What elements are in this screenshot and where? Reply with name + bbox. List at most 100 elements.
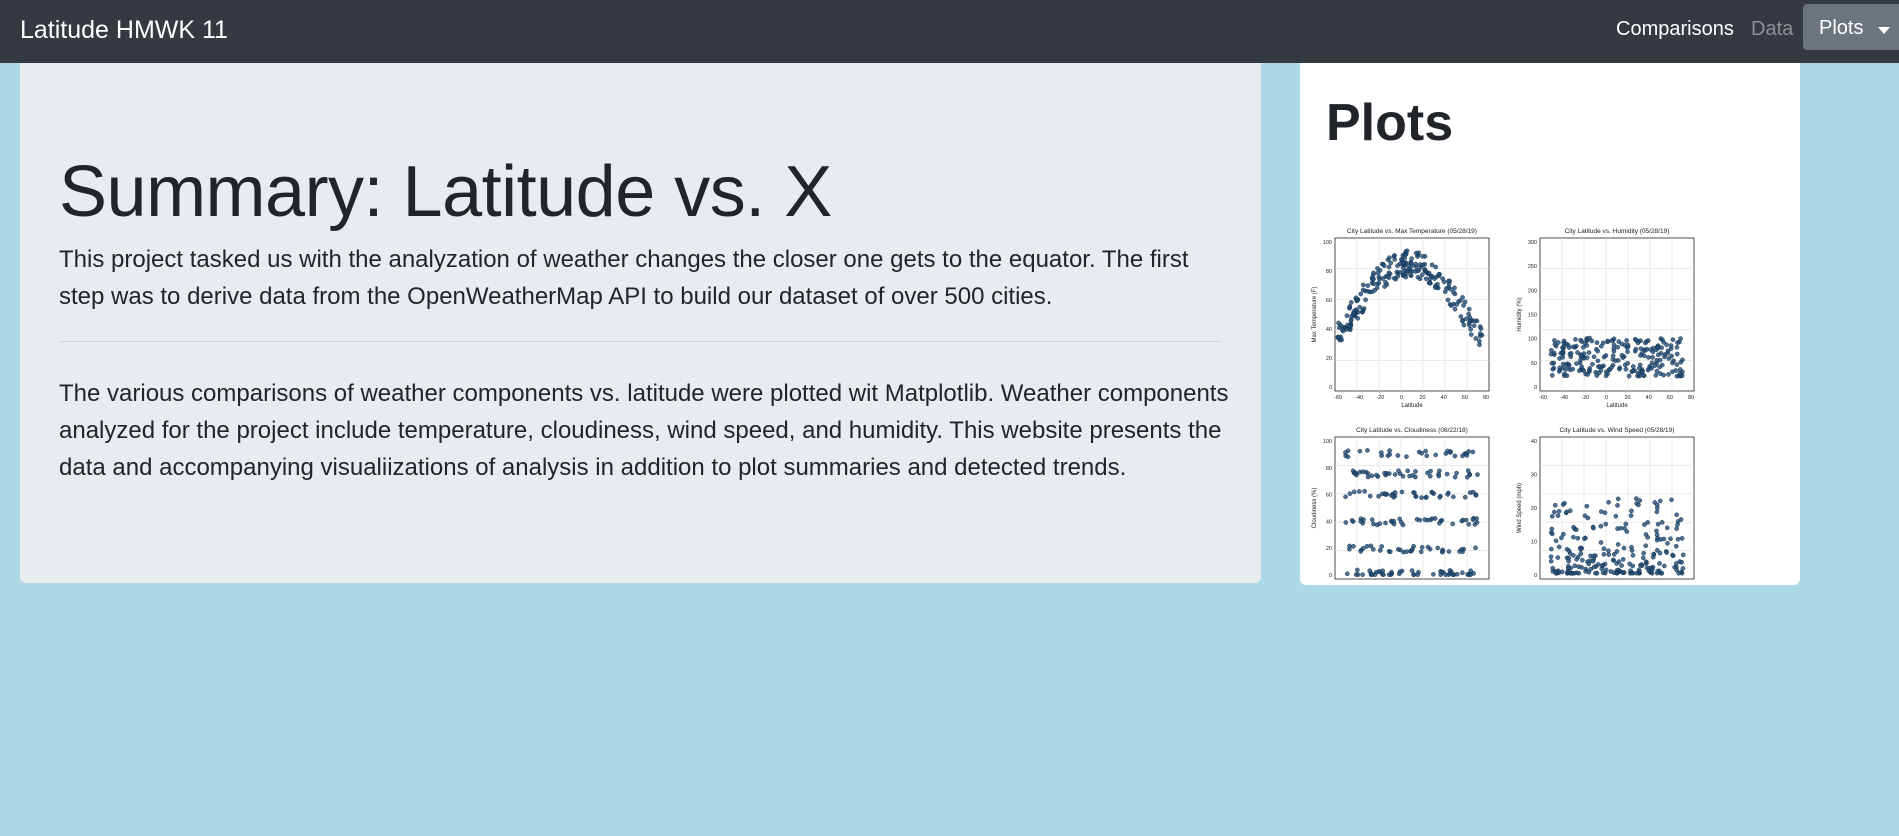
scatter-point [1655,521,1661,527]
scatter-point [1420,254,1425,259]
scatter-point [1466,306,1472,312]
scatter-point [1680,552,1686,558]
scatter-point [1473,545,1478,551]
nav-link-comparisons[interactable]: Comparisons [1616,18,1734,41]
y-tick-label: 20 [1326,546,1332,552]
y-tick-label: 100 [1323,439,1332,445]
x-tick-label: 0 [1605,395,1608,401]
scatter-point [1634,570,1639,576]
scatter-point [1600,562,1606,568]
chart-title: City Latitude vs. Cloudiness (08/22/18) [1356,427,1468,434]
scatter-point [1582,513,1588,519]
scatter-point [1415,274,1421,280]
scatter-point [1574,361,1579,366]
scatter-point [1657,561,1662,566]
scatter-point [1345,454,1351,460]
scatter-point [1643,559,1649,565]
scatter-point [1466,449,1471,454]
scatter-point [1351,544,1356,549]
scatter-point [1449,303,1454,308]
scatter-point [1439,570,1444,575]
nav-link-data[interactable]: Data [1751,18,1793,41]
scatter-point [1399,257,1404,262]
scatter-point [1591,564,1597,570]
scatter-point [1471,323,1477,329]
scatter-point [1464,453,1470,458]
scatter-point [1642,348,1648,353]
y-tick-label: 60 [1326,298,1332,304]
scatter-point [1614,570,1619,576]
scatter-point [1371,281,1377,287]
scatter-point [1347,491,1353,496]
scatter-point [1344,327,1349,332]
scatter-point [1549,373,1555,378]
scatter-point [1409,256,1414,261]
scatter-point [1442,289,1448,294]
y-tick-label: 0 [1534,385,1537,391]
scatter-point [1549,347,1554,353]
scatter-point [1598,540,1604,545]
scatter-point [1360,309,1366,314]
scatter-point [1639,562,1644,567]
scatter-point [1654,502,1660,508]
x-tick-label: 0 [1400,395,1403,401]
scatter-point [1674,345,1680,350]
scatter-point [1360,282,1366,288]
scatter-point [1387,549,1393,555]
scatter-point [1556,369,1562,374]
y-tick-label: 60 [1326,493,1332,499]
scatter-point [1404,268,1410,273]
scatter-point [1609,338,1614,344]
scatter-point [1650,554,1656,560]
scatter-point [1619,352,1625,358]
scatter-point [1419,545,1425,550]
scatter-point [1675,536,1681,542]
scatter-point [1381,263,1387,269]
scatter-point [1375,266,1380,271]
scatter-point [1377,521,1383,526]
scatter-point [1556,544,1562,550]
y-tick-label: 0 [1329,385,1332,391]
scatter-point [1584,343,1590,348]
scatter-point [1655,345,1661,351]
x-tick-label: 40 [1646,395,1652,401]
plots-dropdown-button[interactable]: Plots [1803,4,1899,50]
x-tick-label: -60 [1539,395,1547,401]
scatter-point [1559,569,1565,575]
scatter-point [1445,492,1450,497]
scatter-point [1584,503,1590,509]
y-tick-label: 20 [1531,506,1537,512]
scatter-point [1679,559,1684,565]
scatter-point [1381,572,1386,577]
scatter-point [1365,283,1371,288]
scatter-point [1609,365,1614,370]
scatter-point [1548,351,1554,357]
scatter-point [1385,273,1390,279]
scatter-point [1645,535,1650,540]
y-tick-label: 80 [1326,269,1332,275]
scatter-point [1418,549,1424,555]
scatter-point [1650,355,1655,360]
x-tick-label: -60 [1334,395,1342,401]
scatter-point [1549,546,1554,552]
scatter-point [1365,448,1370,453]
scatter-point [1436,272,1442,277]
scatter-point [1425,544,1431,550]
plots-thumbnail-image[interactable]: City Latitude vs. Max Temperature (05/28… [1308,193,1718,583]
scatter-point [1615,542,1621,547]
scatter-point [1657,357,1663,363]
scatter-point [1599,343,1604,349]
scatter-point [1464,316,1469,322]
scatter-point [1568,351,1574,356]
scatter-point [1596,370,1602,376]
scatter-point [1670,337,1676,342]
scatter-point [1403,251,1409,257]
summary-lead-paragraph: This project tasked us with the analyzat… [59,246,1189,310]
scatter-point [1335,335,1341,341]
scatter-point [1631,364,1636,369]
scatter-point [1347,324,1353,329]
scatter-point [1429,489,1435,495]
navbar-brand[interactable]: Latitude HMWK 11 [20,16,228,45]
scatter-point [1562,500,1567,506]
scatter-point [1549,531,1555,537]
